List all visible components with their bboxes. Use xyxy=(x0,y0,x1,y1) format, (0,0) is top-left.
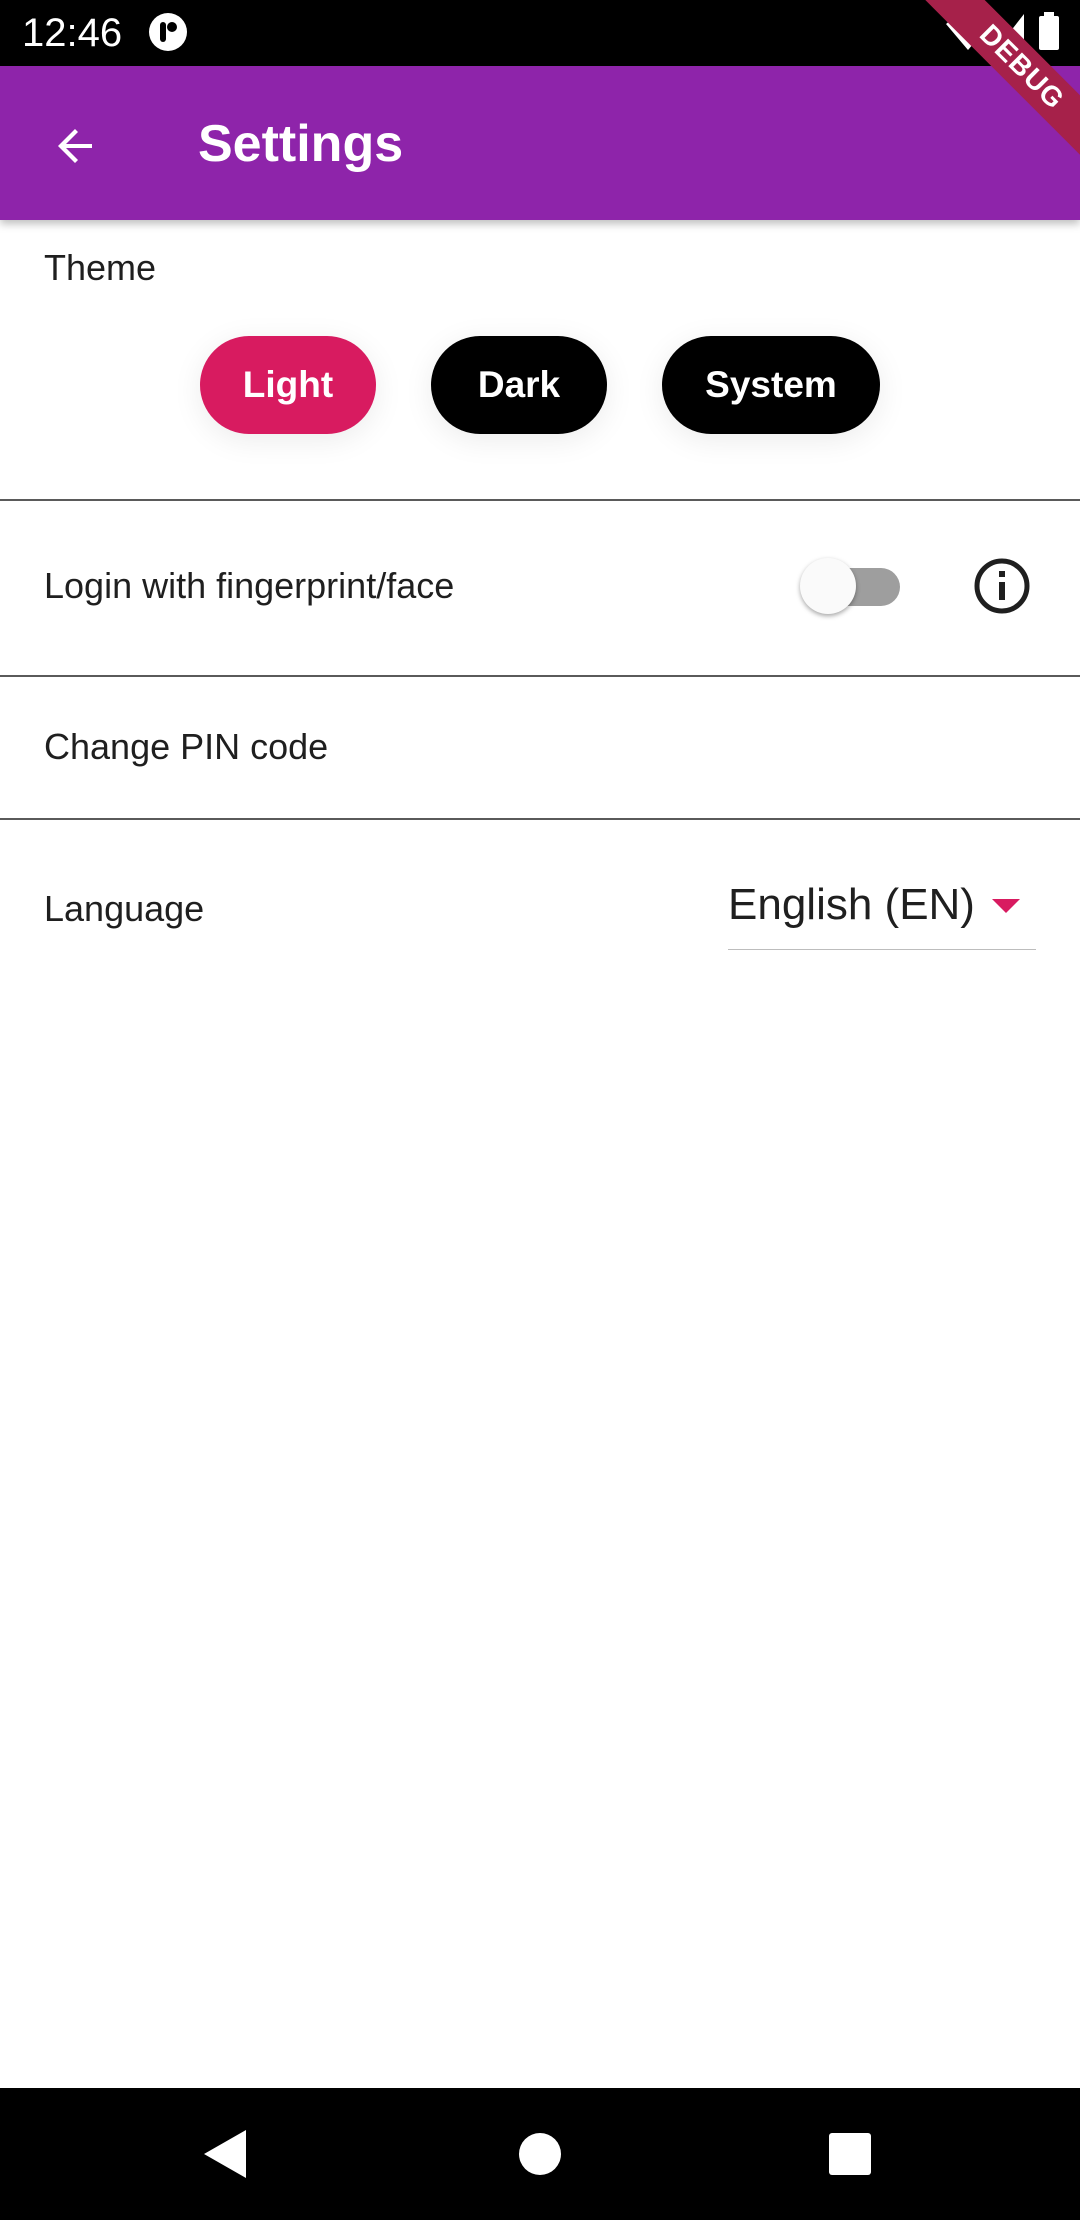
theme-option-dark[interactable]: Dark xyxy=(431,336,607,434)
change-pin-row[interactable]: Change PIN code xyxy=(0,676,1080,818)
arrow-back-icon xyxy=(58,129,92,163)
status-time: 12:46 xyxy=(22,11,123,55)
biometric-row: Login with fingerprint/face xyxy=(0,500,1080,675)
status-bar: 12:46 xyxy=(0,0,1080,66)
back-button[interactable] xyxy=(40,110,112,182)
language-row: Language English (EN) xyxy=(0,819,1080,979)
language-label: Language xyxy=(44,888,205,929)
language-selected-value: English (EN) xyxy=(728,880,975,929)
app-notification-icon xyxy=(148,12,188,52)
nav-recents-button[interactable] xyxy=(820,2124,880,2184)
home-circle-icon xyxy=(519,2133,561,2175)
info-button[interactable] xyxy=(970,554,1034,618)
theme-option-system[interactable]: System xyxy=(662,336,880,434)
dropdown-arrow-icon xyxy=(992,899,1020,913)
back-triangle-icon xyxy=(204,2130,246,2178)
nav-home-button[interactable] xyxy=(510,2124,570,2184)
theme-label: Theme xyxy=(44,247,157,288)
wifi-icon xyxy=(946,15,990,50)
switch-thumb xyxy=(800,558,856,614)
biometric-switch[interactable] xyxy=(800,558,902,614)
battery-icon xyxy=(1039,12,1059,50)
nav-back-button[interactable] xyxy=(196,2124,256,2184)
theme-option-light[interactable]: Light xyxy=(200,336,376,434)
language-dropdown[interactable]: English (EN) xyxy=(728,875,1036,950)
change-pin-label: Change PIN code xyxy=(44,726,329,767)
theme-section: Theme Light Dark System xyxy=(0,220,1080,500)
recents-square-icon xyxy=(829,2133,871,2175)
biometric-label: Login with fingerprint/face xyxy=(44,565,455,606)
info-icon xyxy=(974,558,1030,614)
page-title: Settings xyxy=(198,115,404,173)
system-nav-bar xyxy=(0,2088,1080,2220)
cell-signal-icon xyxy=(996,14,1024,50)
app-bar: Settings xyxy=(0,66,1080,220)
